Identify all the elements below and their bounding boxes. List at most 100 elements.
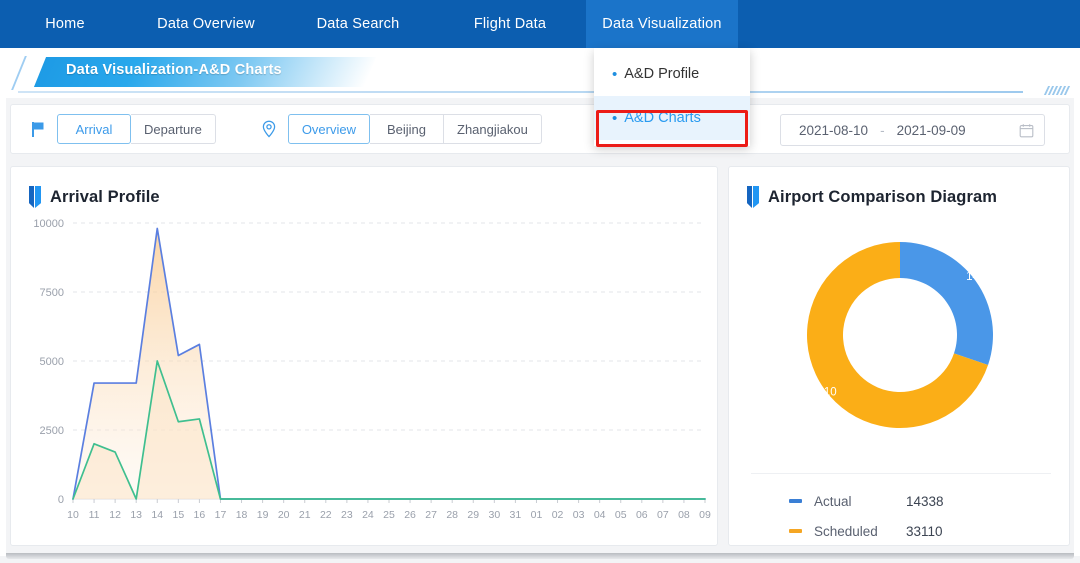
arrival-profile-line-chart: 0 2500 5000 7500 10000 10 11 12 13 14 15 16 17 18 19 20… — [33, 218, 711, 521]
right-edge-strip — [1074, 98, 1080, 556]
filter-toolbar: Arrival Departure Overview Beijing Zhang… — [10, 104, 1070, 154]
airport-button-overview[interactable]: Overview — [287, 114, 370, 144]
svg-text:5000: 5000 — [40, 356, 64, 368]
svg-text:02: 02 — [552, 509, 564, 521]
legend-value: 33110 — [906, 523, 943, 539]
svg-text:11: 11 — [89, 509, 100, 521]
svg-text:22: 22 — [320, 509, 332, 521]
svg-text:31: 31 — [510, 509, 522, 521]
nav-filler — [738, 0, 1080, 48]
svg-text:08: 08 — [678, 509, 690, 521]
bullet-icon: • — [612, 109, 618, 127]
page-title-banner: Data Visualization-A&D Charts — [11, 56, 658, 90]
svg-text:17: 17 — [215, 509, 227, 521]
nav-item-label: Data Search — [316, 16, 400, 32]
svg-text:18: 18 — [236, 509, 248, 521]
svg-text:10000: 10000 — [33, 218, 64, 230]
svg-text:25: 25 — [383, 509, 395, 521]
button-label: Overview — [301, 121, 356, 137]
panel-header: Arrival Profile — [11, 167, 717, 213]
direction-button-arrival[interactable]: Arrival — [57, 114, 131, 144]
nav-item-data-visualization[interactable]: Data Visualization — [586, 0, 738, 48]
svg-text:12: 12 — [109, 509, 121, 521]
direction-button-group: Arrival Departure — [57, 114, 216, 144]
legend-row-scheduled: Scheduled 33110 — [751, 516, 1051, 545]
location-pin-icon — [256, 119, 282, 139]
nav-item-label: Data Visualization — [602, 16, 722, 32]
svg-text:33110: 33110 — [806, 386, 837, 398]
legend-color-swatch — [789, 499, 802, 503]
legend-row-actual: Actual 14338 — [751, 486, 1051, 516]
svg-text:23: 23 — [341, 509, 353, 521]
legend-label: Actual — [814, 493, 852, 509]
button-label: Arrival — [75, 121, 113, 137]
nav-item-flight-data[interactable]: Flight Data — [434, 0, 586, 48]
legend-color-swatch — [789, 529, 802, 533]
svg-text:10: 10 — [67, 509, 79, 521]
date-range-picker[interactable]: 2021-08-10 - 2021-09-09 — [780, 114, 1045, 146]
dropdown-item-ad-profile[interactable]: • A&D Profile — [594, 52, 750, 96]
svg-text:24: 24 — [362, 509, 374, 521]
svg-text:27: 27 — [425, 509, 437, 521]
dropdown-item-label: A&D Profile — [624, 66, 700, 82]
airport-comparison-donut-chart: 14338 33110 — [806, 242, 998, 428]
svg-text:14: 14 — [151, 509, 163, 521]
svg-text:05: 05 — [615, 509, 627, 521]
button-label: Zhangjiakou — [457, 121, 528, 137]
svg-text:0: 0 — [58, 494, 64, 506]
svg-text:09: 09 — [699, 509, 711, 521]
svg-text:01: 01 — [531, 509, 543, 521]
banner-hatch-decoration — [1043, 86, 1071, 95]
donut-legend: Actual 14338 Scheduled 33110 — [751, 473, 1051, 545]
left-edge-strip — [0, 98, 6, 556]
ribbon-icon — [29, 186, 41, 208]
svg-text:07: 07 — [657, 509, 669, 521]
airport-button-group: Overview Beijing Zhangjiakou — [287, 114, 542, 144]
legend-label: Scheduled — [814, 523, 878, 539]
legend-value: 14338 — [906, 493, 944, 509]
panel-header: Airport Comparison Diagram — [729, 167, 1069, 213]
svg-text:26: 26 — [404, 509, 416, 521]
banner-rule-decoration — [18, 91, 1023, 93]
svg-text:21: 21 — [299, 509, 311, 521]
svg-text:13: 13 — [130, 509, 142, 521]
dropdown-item-label: A&D Charts — [624, 110, 701, 126]
button-label: Beijing — [386, 121, 427, 137]
date-range-end: 2021-09-09 — [896, 122, 966, 138]
nav-item-data-overview[interactable]: Data Overview — [130, 0, 282, 48]
nav-item-data-search[interactable]: Data Search — [282, 0, 434, 48]
svg-text:20: 20 — [278, 509, 290, 521]
panel-title: Airport Comparison Diagram — [768, 187, 998, 206]
svg-text:16: 16 — [194, 509, 206, 521]
date-range-separator: - — [880, 122, 885, 138]
arrival-profile-panel: Arrival Profile 0 2500 5000 7500 10000 10 11 12… — [10, 166, 718, 546]
svg-text:03: 03 — [573, 509, 585, 521]
nav-item-label: Flight Data — [473, 16, 547, 32]
airport-button-beijing[interactable]: Beijing — [370, 114, 444, 144]
svg-text:14338: 14338 — [966, 271, 998, 283]
nav-item-home[interactable]: Home — [0, 0, 130, 48]
svg-text:06: 06 — [636, 509, 648, 521]
dropdown-item-ad-charts[interactable]: • A&D Charts — [594, 96, 750, 140]
svg-text:19: 19 — [257, 509, 269, 521]
svg-text:30: 30 — [488, 509, 500, 521]
svg-text:04: 04 — [594, 509, 606, 521]
flag-icon — [25, 121, 51, 138]
window-bottom-shadow — [6, 553, 1074, 559]
bullet-icon: • — [612, 65, 618, 83]
panel-title: Arrival Profile — [50, 187, 160, 206]
page-title: Data Visualization-A&D Charts — [66, 62, 282, 78]
calendar-icon — [1019, 123, 1034, 138]
nav-item-label: Data Overview — [157, 16, 255, 32]
data-visualization-dropdown-menu: • A&D Profile • A&D Charts — [594, 48, 750, 146]
airport-comparison-panel: Airport Comparison Diagram 14338 33110 Ac… — [728, 166, 1070, 546]
top-navigation: Home Data Overview Data Search Flight Da… — [0, 0, 1080, 48]
airport-button-zhangjiakou[interactable]: Zhangjiakou — [444, 114, 542, 144]
date-range-start: 2021-08-10 — [799, 122, 869, 138]
nav-item-label: Home — [45, 16, 85, 32]
svg-text:2500: 2500 — [40, 425, 64, 437]
svg-text:28: 28 — [446, 509, 458, 521]
svg-text:15: 15 — [172, 509, 184, 521]
direction-button-departure[interactable]: Departure — [131, 114, 216, 144]
page-title-bar: Data Visualization-A&D Charts — [0, 48, 1080, 98]
